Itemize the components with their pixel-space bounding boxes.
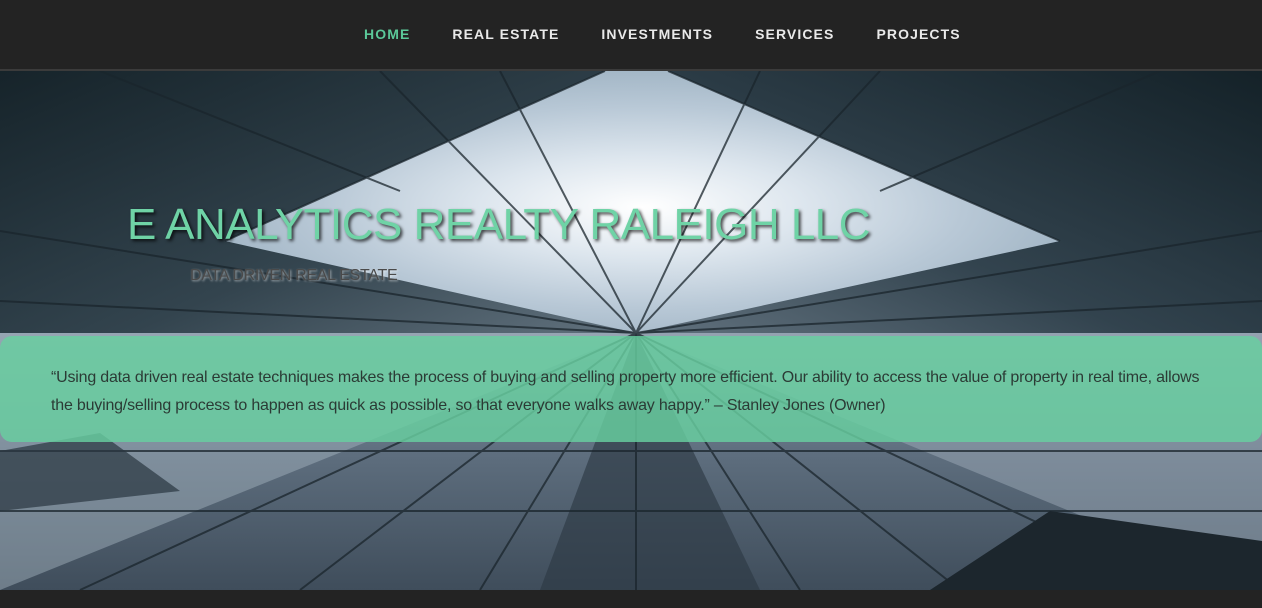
page: HOME REAL ESTATE INVESTMENTS SERVICES PR… [0, 0, 1262, 608]
top-navbar: HOME REAL ESTATE INVESTMENTS SERVICES PR… [0, 0, 1262, 71]
owner-quote: “Using data driven real estate technique… [51, 369, 1200, 414]
quote-banner: “Using data driven real estate technique… [0, 336, 1262, 442]
nav-item-investments[interactable]: INVESTMENTS [601, 26, 713, 42]
hero-subtitle: DATA DRIVEN REAL ESTATE [190, 267, 398, 284]
nav-item-home[interactable]: HOME [364, 26, 410, 42]
hero-background-image [0, 71, 1262, 590]
nav-item-real-estate[interactable]: REAL ESTATE [452, 26, 559, 42]
nav-item-projects[interactable]: PROJECTS [876, 26, 960, 42]
footer-strip [0, 590, 1262, 608]
hero-section: E ANALYTICS REALTY RALEIGH LLC DATA DRIV… [0, 71, 1262, 590]
nav-item-services[interactable]: SERVICES [755, 26, 834, 42]
nav-menu: HOME REAL ESTATE INVESTMENTS SERVICES PR… [364, 26, 961, 44]
hero-title: E ANALYTICS REALTY RALEIGH LLC [127, 200, 871, 249]
